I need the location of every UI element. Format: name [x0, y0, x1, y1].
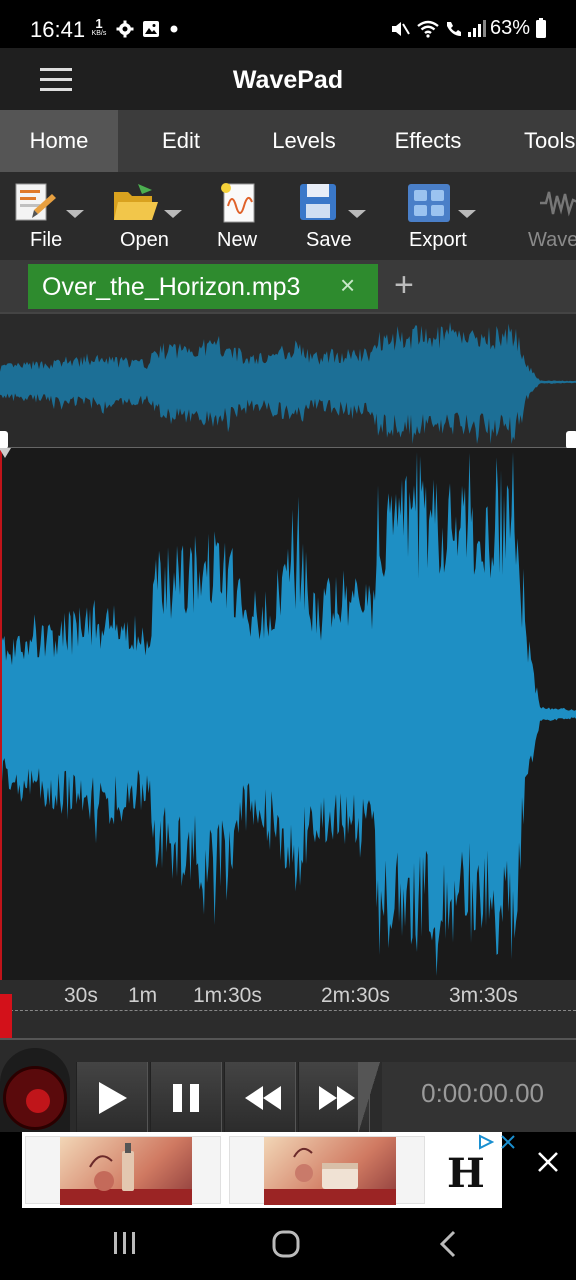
- file-tab-name: Over_the_Horizon.mp3: [42, 273, 301, 301]
- record-icon: [26, 1089, 50, 1113]
- main-waveform[interactable]: [0, 448, 576, 980]
- record-button[interactable]: [3, 1066, 67, 1130]
- app-title: WavePad: [232, 66, 344, 94]
- time-display: 0:00:00.00: [382, 1062, 576, 1134]
- timeline-ruler[interactable]: 30s 1m 1m:30s 2m:30s 3m:30s: [0, 980, 576, 1038]
- save-disk-icon: [300, 184, 336, 220]
- waveform-tool-icon: [540, 191, 576, 217]
- status-bar: 16:41 1 KB/s 63%: [0, 0, 576, 48]
- battery-icon: [536, 18, 546, 38]
- play-button[interactable]: [76, 1062, 148, 1134]
- data-rate: 1 KB/s: [88, 16, 110, 38]
- overview-waveform: [0, 322, 576, 444]
- left-selection-handle[interactable]: [0, 431, 8, 449]
- notification-dot-icon: [170, 25, 178, 33]
- playhead-marker-icon[interactable]: [0, 448, 11, 458]
- timeline-label: 1m: [128, 984, 158, 1007]
- new-button[interactable]: New: [212, 172, 268, 260]
- mute-icon: [392, 22, 410, 36]
- file-button[interactable]: File: [8, 172, 92, 260]
- close-ad-icon[interactable]: [536, 1150, 560, 1174]
- gallery-image-icon: [143, 21, 159, 37]
- timeline-label: 2m:30s: [321, 984, 390, 1007]
- fast-forward-icon: [319, 1086, 355, 1110]
- tab-tools[interactable]: Tools: [496, 110, 576, 172]
- ad-product-card[interactable]: [25, 1136, 221, 1205]
- timeline-label: 3m:30s: [449, 984, 518, 1007]
- rewind-button[interactable]: [224, 1062, 296, 1134]
- timeline-label: 1m:30s: [193, 984, 262, 1007]
- open-dropdown-icon[interactable]: [164, 210, 182, 218]
- file-dropdown-icon[interactable]: [66, 210, 84, 218]
- ruler-dashes: [0, 1010, 576, 1012]
- save-button[interactable]: Save: [296, 172, 376, 260]
- play-icon: [99, 1082, 127, 1114]
- back-icon[interactable]: [438, 1230, 458, 1258]
- transport-divider: [358, 1062, 380, 1134]
- data-rate-unit: KB/s: [91, 30, 107, 37]
- save-dropdown-icon[interactable]: [348, 210, 366, 218]
- waveform-overview[interactable]: [0, 312, 576, 449]
- status-time: 16:41: [30, 17, 86, 42]
- export-button[interactable]: Export: [404, 172, 492, 260]
- recent-apps-icon[interactable]: [112, 1230, 138, 1256]
- rewind-icon: [245, 1086, 281, 1110]
- home-icon[interactable]: [272, 1230, 300, 1258]
- record-housing: [0, 1048, 70, 1134]
- save-label: Save: [306, 229, 352, 251]
- close-tab-icon[interactable]: ×: [340, 272, 355, 298]
- playhead-line[interactable]: [0, 448, 2, 1008]
- ad-product-image: [60, 1137, 192, 1205]
- transport-bar: 0:00:00.00: [0, 1038, 576, 1134]
- right-selection-handle[interactable]: [566, 431, 576, 449]
- file-menu-icon: [15, 183, 56, 221]
- system-nav-bar: [0, 1208, 576, 1280]
- tab-home[interactable]: Home: [0, 110, 118, 172]
- open-folder-icon: [114, 184, 158, 220]
- home-toolbar: File Open New Save Export Wave: [0, 172, 576, 260]
- ribbon-tabs: Home Edit Levels Effects Tools: [0, 110, 576, 172]
- call-signal-icon: [447, 20, 486, 37]
- ad-banner[interactable]: H: [0, 1132, 576, 1208]
- ad-choices-icon[interactable]: [478, 1134, 494, 1150]
- add-tab-icon[interactable]: +: [394, 268, 414, 302]
- tab-levels[interactable]: Levels: [248, 110, 360, 172]
- wave-button[interactable]: Wave: [524, 172, 576, 260]
- app-title-bar: WavePad: [0, 48, 576, 110]
- data-rate-value: 1: [95, 16, 103, 31]
- main-waveform-graphic: [0, 452, 576, 976]
- pause-icon: [173, 1084, 199, 1112]
- tab-edit[interactable]: Edit: [126, 110, 236, 172]
- battery-percent: 63%: [490, 17, 531, 39]
- open-label: Open: [120, 229, 169, 251]
- settings-gear-icon: [116, 20, 134, 38]
- new-label: New: [217, 229, 258, 251]
- ad-content[interactable]: H: [22, 1132, 515, 1208]
- ad-product-image: [264, 1137, 396, 1205]
- pause-button[interactable]: [150, 1062, 222, 1134]
- export-label: Export: [409, 229, 467, 251]
- open-button[interactable]: Open: [110, 172, 194, 260]
- file-tab[interactable]: Over_the_Horizon.mp3 ×: [28, 264, 378, 309]
- tab-effects[interactable]: Effects: [372, 110, 484, 172]
- ad-product-card[interactable]: [229, 1136, 425, 1205]
- ad-brand-logo: H: [447, 1150, 485, 1197]
- ad-dismiss-icon[interactable]: [500, 1134, 516, 1150]
- new-file-icon: [221, 183, 255, 223]
- export-icon: [408, 184, 450, 222]
- position-marker[interactable]: [0, 994, 12, 1038]
- file-label: File: [30, 229, 63, 251]
- file-tab-bar: Over_the_Horizon.mp3 × +: [0, 260, 576, 312]
- wifi-icon: [417, 20, 439, 38]
- current-time: 0:00:00.00: [421, 1078, 544, 1108]
- export-dropdown-icon[interactable]: [458, 210, 476, 218]
- menu-hamburger-icon[interactable]: [40, 68, 72, 92]
- wave-label: Wave: [528, 229, 576, 251]
- timeline-label: 30s: [64, 984, 98, 1007]
